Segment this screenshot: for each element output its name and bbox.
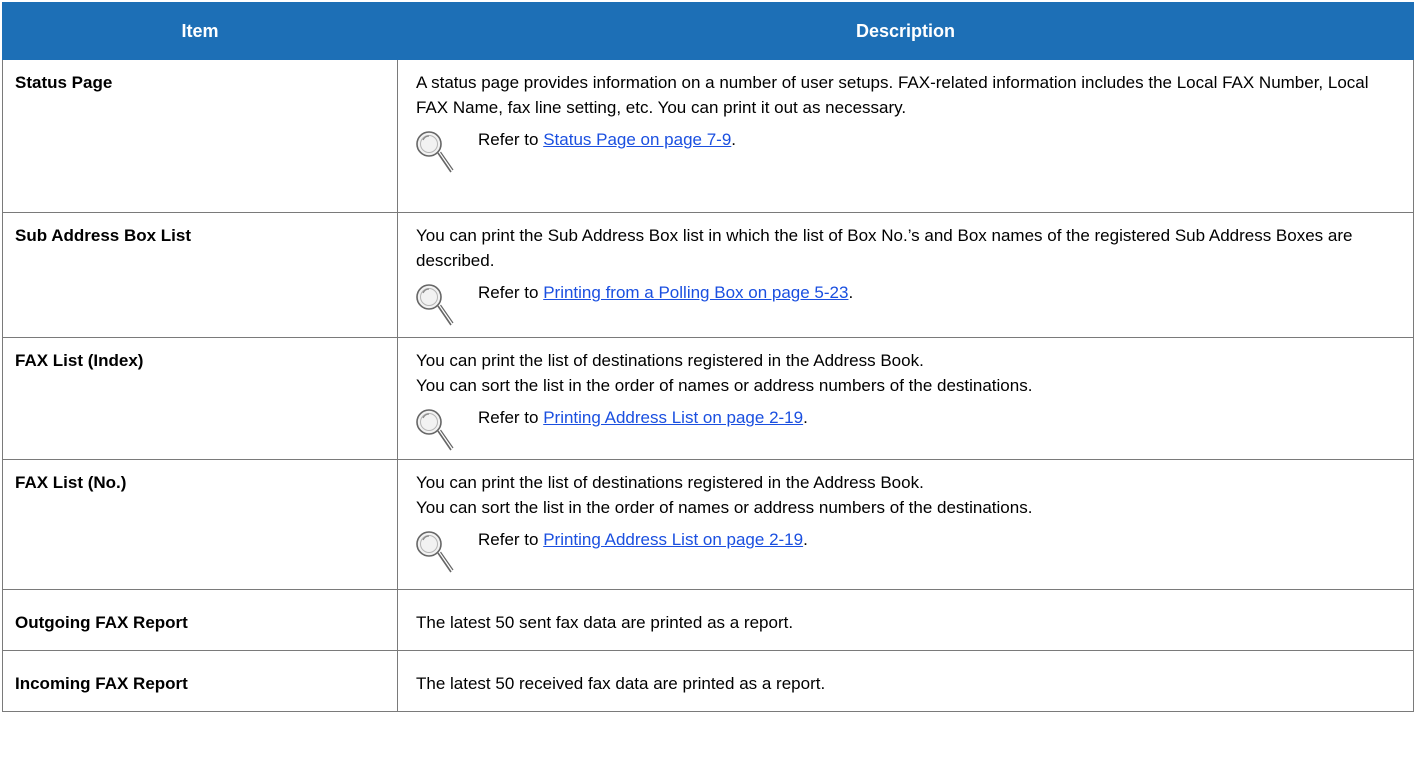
table-row-fax-list-index: FAX List (Index) You can print the list …	[2, 337, 1414, 460]
item-cell: Outgoing FAX Report	[2, 589, 398, 651]
table-row-status-page: Status Page A status page provides infor…	[2, 59, 1414, 213]
reference-link[interactable]: Printing Address List on page 2-19	[543, 408, 803, 427]
magnifier-icon	[416, 284, 454, 326]
table-row-fax-list-no: FAX List (No.) You can print the list of…	[2, 459, 1414, 590]
item-cell: FAX List (Index)	[2, 337, 398, 460]
reference-prefix: Refer to	[478, 408, 544, 427]
magnifier-icon	[416, 531, 454, 573]
header-description: Description	[397, 2, 1414, 60]
reference-suffix: .	[731, 130, 737, 149]
reference-link[interactable]: Printing from a Polling Box on page 5-23	[543, 283, 848, 302]
reference-suffix: .	[848, 283, 854, 302]
table-row-outgoing-fax-report: Outgoing FAX Report The latest 50 sent f…	[2, 589, 1414, 651]
description-cell: The latest 50 received fax data are prin…	[397, 650, 1414, 712]
reference-suffix: .	[803, 530, 808, 549]
description-text: A status page provides information on a …	[416, 73, 1369, 117]
reference-suffix: .	[803, 408, 808, 427]
item-cell: Status Page	[2, 59, 398, 213]
fax-report-table: Item Description Status Page A status pa…	[2, 2, 1414, 712]
description-cell: The latest 50 sent fax data are printed …	[397, 589, 1414, 651]
description-cell: You can print the list of destinations r…	[397, 459, 1414, 590]
reference-note: Refer to Printing Address List on page 2…	[416, 527, 1399, 575]
magnifier-icon	[416, 409, 454, 451]
description-cell: You can print the Sub Address Box list i…	[397, 212, 1414, 338]
description-text: You can print the list of destinations r…	[416, 473, 1033, 517]
description-cell: You can print the list of destinations r…	[397, 337, 1414, 460]
table-row-incoming-fax-report: Incoming FAX Report The latest 50 receiv…	[2, 650, 1414, 712]
description-text: You can print the Sub Address Box list i…	[416, 226, 1353, 270]
reference-prefix: Refer to	[478, 130, 544, 149]
magnifier-icon	[416, 131, 454, 173]
reference-note: Refer to Printing Address List on page 2…	[416, 405, 1399, 453]
reference-prefix: Refer to	[478, 283, 544, 302]
item-cell: Sub Address Box List	[2, 212, 398, 338]
item-cell: Incoming FAX Report	[2, 650, 398, 712]
table-row-sub-address-box-list: Sub Address Box List You can print the S…	[2, 212, 1414, 338]
reference-note: Refer to Status Page on page 7-9.	[416, 127, 1399, 175]
description-cell: A status page provides information on a …	[397, 59, 1414, 213]
description-text: You can print the list of destinations r…	[416, 351, 1033, 395]
item-cell: FAX List (No.)	[2, 459, 398, 590]
reference-link[interactable]: Printing Address List on page 2-19	[543, 530, 803, 549]
table-header-row: Item Description	[2, 2, 1414, 60]
header-item: Item	[2, 2, 398, 60]
reference-link[interactable]: Status Page on page 7-9	[543, 130, 731, 149]
reference-prefix: Refer to	[478, 530, 544, 549]
reference-note: Refer to Printing from a Polling Box on …	[416, 280, 1399, 328]
